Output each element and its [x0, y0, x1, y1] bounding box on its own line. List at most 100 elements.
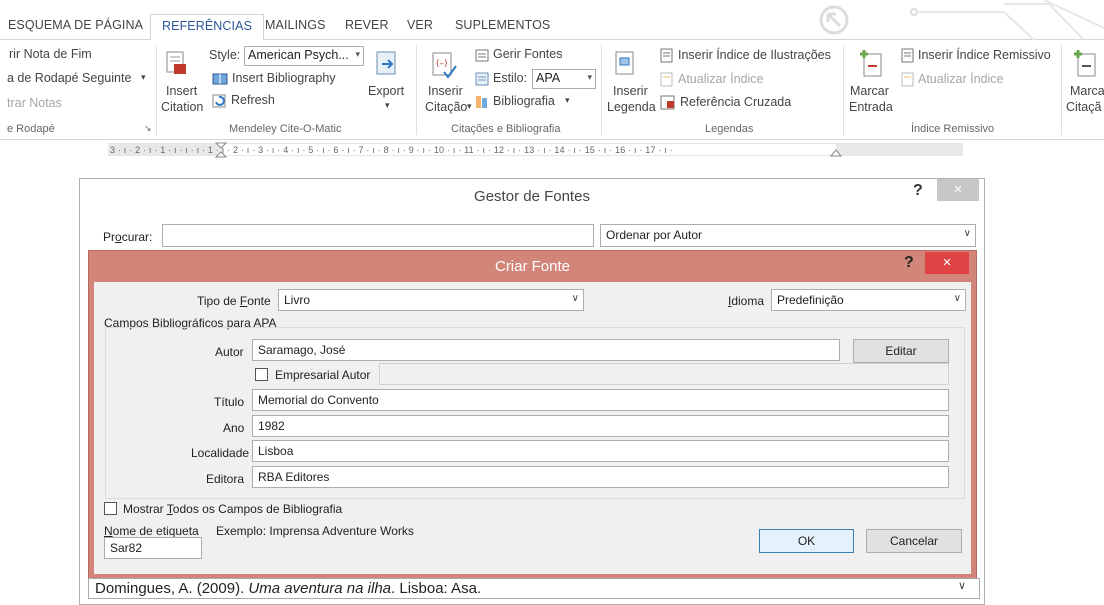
localidade-input[interactable]: Lisboa: [252, 440, 949, 462]
editar-button[interactable]: Editar: [853, 339, 949, 363]
style-value: American Psych...: [248, 48, 349, 62]
insert-citation-label-1[interactable]: Insert: [166, 84, 197, 98]
marcar-citacao-label-2[interactable]: Citaçã: [1066, 100, 1101, 114]
insert-citation-pt-icon[interactable]: (–): [430, 50, 458, 80]
manage-sources-icon: [475, 49, 489, 62]
tab-ver[interactable]: VER: [407, 18, 433, 32]
preview-title: Uma aventura na ilha: [248, 580, 392, 597]
inserir-legenda-label-1[interactable]: Inserir: [613, 84, 648, 98]
procurar-label: Procurar:: [103, 230, 153, 244]
ano-label: Ano: [223, 421, 245, 435]
chevron-down-icon: ∨: [963, 228, 971, 239]
atualizar-indice-ilustracoes-button[interactable]: Atualizar Índice: [678, 72, 763, 86]
refresh-button[interactable]: Refresh: [231, 93, 275, 107]
help-icon[interactable]: ?: [913, 182, 923, 200]
chevron-down-icon: ∨: [571, 293, 579, 304]
gerir-fontes-button[interactable]: Gerir Fontes: [493, 47, 562, 61]
chevron-down-icon[interactable]: ▾: [141, 72, 146, 83]
insert-citation-icon[interactable]: [165, 50, 187, 76]
tipo-de-fonte-select[interactable]: Livro ∨: [278, 289, 584, 311]
refresh-icon: [212, 94, 226, 108]
tab-mailings[interactable]: MAILINGS: [265, 18, 326, 32]
footnotes-group-label: e Rodapé: [7, 123, 55, 135]
insert-caption-icon[interactable]: [614, 50, 636, 78]
mendeley-group-label: Mendeley Cite-O-Matic: [229, 123, 342, 135]
tab-suplementos[interactable]: SUPLEMENTOS: [455, 18, 550, 32]
nome-etiqueta-input[interactable]: Sar82: [104, 537, 202, 559]
nome-etiqueta-label: Nome de etiqueta: [104, 524, 199, 538]
insert-bibliography-button[interactable]: Insert Bibliography: [232, 71, 336, 85]
criar-dialog-title: Criar Fonte: [494, 258, 571, 275]
exemplo-text: Exemplo: Imprensa Adventure Works: [216, 524, 414, 538]
mostrar-todos-checkbox[interactable]: [104, 502, 117, 515]
dialog-launcher-icon[interactable]: ↘: [144, 123, 152, 134]
show-notes-button[interactable]: trar Notas: [7, 96, 62, 110]
cancelar-button[interactable]: Cancelar: [866, 529, 962, 553]
preview-prefix: Domingues, A. (2009).: [95, 580, 249, 597]
inserir-legenda-label-2[interactable]: Legenda: [607, 100, 656, 114]
tab-esquema-pagina[interactable]: ESQUEMA DE PÁGINA: [8, 18, 143, 32]
bibliografia-button[interactable]: Bibliografia: [493, 94, 555, 108]
next-footnote-button[interactable]: a de Rodapé Seguinte: [7, 71, 131, 85]
export-button[interactable]: Export: [368, 84, 404, 98]
chevron-down-icon: ▾: [355, 49, 360, 59]
ok-button[interactable]: OK: [759, 529, 854, 553]
indent-marker-icon[interactable]: [215, 142, 227, 159]
idioma-value: Predefinição: [777, 293, 844, 307]
marcar-entrada-label-1[interactable]: Marcar: [850, 84, 889, 98]
right-indent-marker-icon[interactable]: [830, 147, 842, 157]
tipo-de-fonte-value: Livro: [284, 293, 311, 307]
tab-rever[interactable]: REVER: [345, 18, 389, 32]
next-endnote-button[interactable]: rir Nota de Fim: [9, 47, 92, 61]
svg-text:(–): (–): [436, 59, 448, 69]
group-separator: [156, 45, 157, 135]
mendeley-style-select[interactable]: American Psych... ▾: [244, 46, 364, 66]
tab-referencias[interactable]: REFERÊNCIAS: [150, 14, 265, 41]
bibliography-icon: [476, 96, 487, 108]
estilo-select[interactable]: APA ▾: [532, 69, 596, 89]
localidade-label: Localidade: [191, 446, 250, 460]
chevron-down-icon[interactable]: ▾: [385, 100, 390, 111]
mostrar-todos-label: Mostrar Todos os Campos de Bibliografia: [123, 502, 343, 516]
mark-entry-icon[interactable]: [858, 48, 884, 78]
chevron-down-icon[interactable]: ▾: [467, 101, 472, 112]
citations-group-label: Citações e Bibliografia: [451, 123, 561, 135]
search-input[interactable]: [162, 224, 594, 247]
mark-citation-icon[interactable]: [1072, 48, 1098, 78]
atualizar-indice-remissivo-button[interactable]: Atualizar Índice: [918, 72, 1003, 86]
autor-input[interactable]: Saramago, José: [252, 339, 840, 361]
empresarial-autor-checkbox[interactable]: [255, 368, 268, 381]
group-separator: [416, 45, 417, 135]
titulo-label: Título: [214, 395, 245, 409]
referencia-cruzada-button[interactable]: Referência Cruzada: [680, 95, 791, 109]
marcar-entrada-label-2[interactable]: Entrada: [849, 100, 893, 114]
chevron-down-icon[interactable]: ∨: [958, 579, 966, 592]
titulo-input[interactable]: Memorial do Convento: [252, 389, 949, 411]
ano-input[interactable]: 1982: [252, 415, 949, 437]
help-icon[interactable]: ?: [904, 254, 914, 272]
insert-citation-label-2[interactable]: Citation: [161, 100, 203, 114]
export-icon[interactable]: [374, 50, 400, 78]
tipo-de-fonte-label: Tipo de Fonte: [197, 294, 271, 308]
gestor-dialog-title: Gestor de Fontes: [474, 188, 590, 205]
idioma-select[interactable]: Predefinição ∨: [771, 289, 966, 311]
sort-order-select[interactable]: Ordenar por Autor ∨: [600, 224, 976, 247]
idioma-label: Idioma: [728, 294, 765, 308]
inserir-citacao-label-2[interactable]: Citação: [425, 100, 467, 114]
inserir-indice-remissivo-button[interactable]: Inserir Índice Remissivo: [918, 48, 1051, 62]
ruler-right-margin: [836, 144, 963, 155]
table-of-figures-icon: [660, 48, 673, 63]
inserir-indice-ilustracoes-button[interactable]: Inserir Índice de Ilustrações: [678, 48, 831, 62]
inserir-citacao-label-1[interactable]: Inserir: [428, 84, 463, 98]
update-index-icon: [901, 72, 914, 87]
horizontal-ruler[interactable]: 3 · ı · 2 · ı · 1 · ı · ı · ı · 1 · ı · …: [0, 141, 1104, 159]
criar-fonte-dialog: Criar Fonte ? × Tipo de Fonte Livro ∨ Id…: [88, 250, 977, 580]
marcar-citacao-label-1[interactable]: Marca: [1070, 84, 1104, 98]
style-label: Style:: [209, 48, 241, 62]
group-separator: [601, 45, 602, 135]
editora-input[interactable]: RBA Editores: [252, 466, 949, 488]
chevron-down-icon[interactable]: ▾: [565, 95, 570, 106]
close-icon[interactable]: ×: [937, 179, 979, 201]
close-icon[interactable]: ×: [925, 252, 969, 274]
estilo-value: APA: [536, 71, 561, 85]
